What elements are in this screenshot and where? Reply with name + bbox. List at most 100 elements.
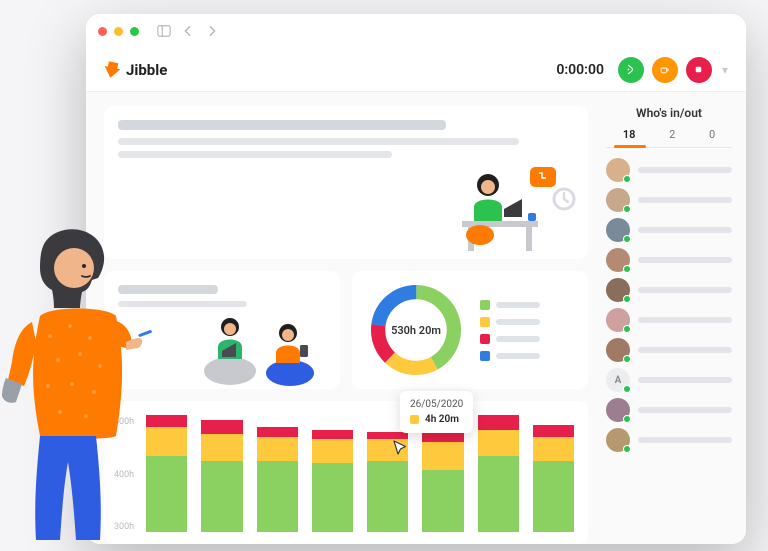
- clock-in-button[interactable]: [618, 57, 644, 83]
- skeleton-line: [638, 407, 732, 413]
- app-header: Jibble 0:00:00 ▾: [86, 48, 746, 92]
- people-list: A: [606, 158, 732, 452]
- status-dot-icon: [623, 205, 631, 213]
- tooltip-swatch-icon: [410, 415, 419, 424]
- bar-segment: [312, 463, 353, 532]
- skeleton-line: [496, 336, 540, 342]
- sidebar-toggle-icon[interactable]: [157, 24, 171, 38]
- avatar: [606, 278, 630, 302]
- bar-segment: [422, 470, 463, 532]
- presence-tab[interactable]: 18: [623, 128, 636, 141]
- person-row[interactable]: [606, 188, 732, 212]
- bar-segment: [201, 420, 242, 434]
- person-row[interactable]: [606, 278, 732, 302]
- skeleton-line: [638, 257, 732, 263]
- tooltip-value: 4h 20m: [425, 414, 459, 425]
- illustration-person-desk: [418, 163, 578, 253]
- status-dot-icon: [623, 175, 631, 183]
- nav-back-icon[interactable]: [181, 24, 195, 38]
- legend-item: [480, 300, 540, 310]
- bar-column[interactable]: [533, 413, 574, 532]
- bar-segment: [312, 439, 353, 463]
- skeleton-line: [496, 319, 540, 325]
- legend-swatch-icon: [480, 317, 490, 327]
- person-row[interactable]: [606, 158, 732, 182]
- bar-column[interactable]: [312, 413, 353, 532]
- bar-segment: [257, 427, 298, 437]
- app-name: Jibble: [126, 61, 167, 79]
- status-dot-icon: [623, 385, 631, 393]
- skeleton-line: [638, 287, 732, 293]
- bar-segment: [533, 425, 574, 437]
- cursor-icon: [392, 439, 410, 457]
- status-dot-icon: [623, 265, 631, 273]
- skeleton-line: [638, 197, 732, 203]
- skeleton-line: [638, 317, 732, 323]
- skeleton-line: [638, 437, 732, 443]
- person-row[interactable]: [606, 428, 732, 452]
- tooltip-date: 26/05/2020: [410, 399, 463, 410]
- person-row[interactable]: [606, 398, 732, 422]
- minimize-window-icon[interactable]: [114, 27, 123, 36]
- bar-column[interactable]: [201, 413, 242, 532]
- legend-swatch-icon: [480, 300, 490, 310]
- status-dot-icon: [623, 235, 631, 243]
- bar-segment: [257, 437, 298, 461]
- bar-segment: [201, 461, 242, 532]
- person-row[interactable]: [606, 308, 732, 332]
- person-row[interactable]: [606, 218, 732, 242]
- avatar: [606, 218, 630, 242]
- bar-column[interactable]: [257, 413, 298, 532]
- bar-segment: [478, 456, 519, 532]
- skeleton-line: [496, 302, 540, 308]
- bar-segment: [312, 430, 353, 440]
- status-dot-icon: [623, 415, 631, 423]
- timer-display: 0:00:00: [556, 62, 604, 78]
- bar-segment: [533, 461, 574, 532]
- header-more-icon[interactable]: ▾: [722, 63, 728, 77]
- donut-legend: [480, 300, 540, 361]
- stop-icon: [693, 64, 704, 75]
- nav-forward-icon[interactable]: [205, 24, 219, 38]
- app-logo[interactable]: Jibble: [104, 61, 167, 79]
- close-window-icon[interactable]: [98, 27, 107, 36]
- presence-tab[interactable]: 2: [669, 128, 675, 141]
- maximize-window-icon[interactable]: [130, 27, 139, 36]
- avatar: [606, 338, 630, 362]
- skeleton-line: [638, 377, 732, 383]
- avatar: [606, 398, 630, 422]
- illustration-people-laptops: [184, 301, 334, 387]
- presence-sidebar: Who's in/out 1820 A: [598, 92, 746, 544]
- titlebar: [86, 14, 746, 48]
- skeleton-line: [118, 120, 446, 130]
- coffee-icon: [659, 64, 670, 75]
- foreground-illustration: [0, 226, 155, 546]
- avatar: [606, 308, 630, 332]
- bar-column[interactable]: [478, 413, 519, 532]
- chart-tooltip: 26/05/2020 4h 20m: [400, 391, 473, 433]
- person-row[interactable]: A: [606, 368, 732, 392]
- presence-title: Who's in/out: [606, 106, 732, 120]
- dashboard-main: 530h 20m 500h400h300h 26/05/2020 4h 20m: [86, 92, 598, 544]
- person-row[interactable]: [606, 338, 732, 362]
- stacked-bar-chart: [146, 413, 574, 532]
- bar-segment: [201, 434, 242, 460]
- status-dot-icon: [623, 325, 631, 333]
- legend-swatch-icon: [480, 351, 490, 361]
- skeleton-line: [496, 353, 540, 359]
- bar-segment: [257, 461, 298, 532]
- skeleton-line: [118, 138, 519, 145]
- clock-in-icon: [625, 64, 636, 75]
- bar-segment: [478, 415, 519, 429]
- presence-tabs: 1820: [606, 128, 732, 148]
- break-button[interactable]: [652, 57, 678, 83]
- legend-item: [480, 334, 540, 344]
- avatar: [606, 248, 630, 272]
- presence-tab[interactable]: 0: [709, 128, 715, 141]
- window-controls: [98, 27, 139, 36]
- avatar: [606, 428, 630, 452]
- person-row[interactable]: [606, 248, 732, 272]
- hours-bar-chart-card: 500h400h300h 26/05/2020 4h 20m: [104, 401, 588, 544]
- clock-out-button[interactable]: [686, 57, 712, 83]
- legend-item: [480, 317, 540, 327]
